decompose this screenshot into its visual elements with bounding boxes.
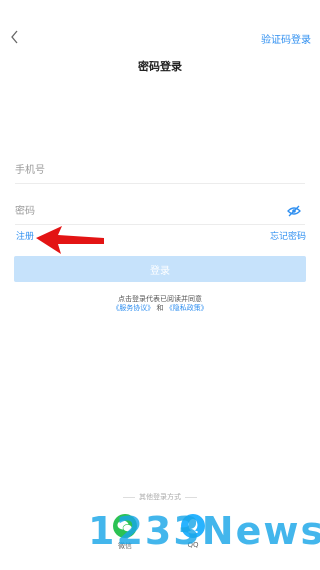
privacy-policy-link[interactable]: 《隐私政策》 [166, 304, 208, 312]
password-input[interactable] [15, 199, 305, 224]
wechat-icon[interactable] [113, 514, 137, 538]
divider [123, 496, 135, 498]
and-text: 和 [156, 304, 164, 312]
chevron-left-icon[interactable] [8, 28, 22, 46]
eye-off-icon[interactable] [287, 205, 301, 217]
other-login-label: 其他登录方式 [139, 493, 181, 501]
register-link[interactable]: 注册 [16, 229, 34, 242]
qq-label: QQ [187, 541, 199, 549]
agreement-links: 《服务协议》 和 《隐私政策》 [0, 303, 320, 313]
qq-icon[interactable] [181, 514, 205, 538]
password-field-container [15, 199, 305, 225]
divider [185, 496, 197, 498]
phone-field-container [15, 158, 305, 184]
phone-input[interactable] [15, 158, 305, 183]
red-arrow-annotation [36, 226, 104, 254]
wechat-login-option[interactable]: 微信 [107, 514, 143, 551]
other-login-title: 其他登录方式 [0, 492, 320, 502]
login-screen: 验证码登录 密码登录 注册 忘记密码 登录 点击登录代表已阅读并同意 《服务协议… [0, 0, 320, 570]
sms-login-link[interactable]: 验证码登录 [261, 31, 311, 46]
forgot-password-link[interactable]: 忘记密码 [270, 229, 306, 242]
wechat-label: 微信 [118, 542, 132, 550]
login-button[interactable]: 登录 [14, 256, 306, 282]
service-agreement-link[interactable]: 《服务协议》 [112, 304, 154, 312]
qq-login-option[interactable]: QQ [175, 514, 211, 549]
page-title: 密码登录 [138, 60, 182, 73]
